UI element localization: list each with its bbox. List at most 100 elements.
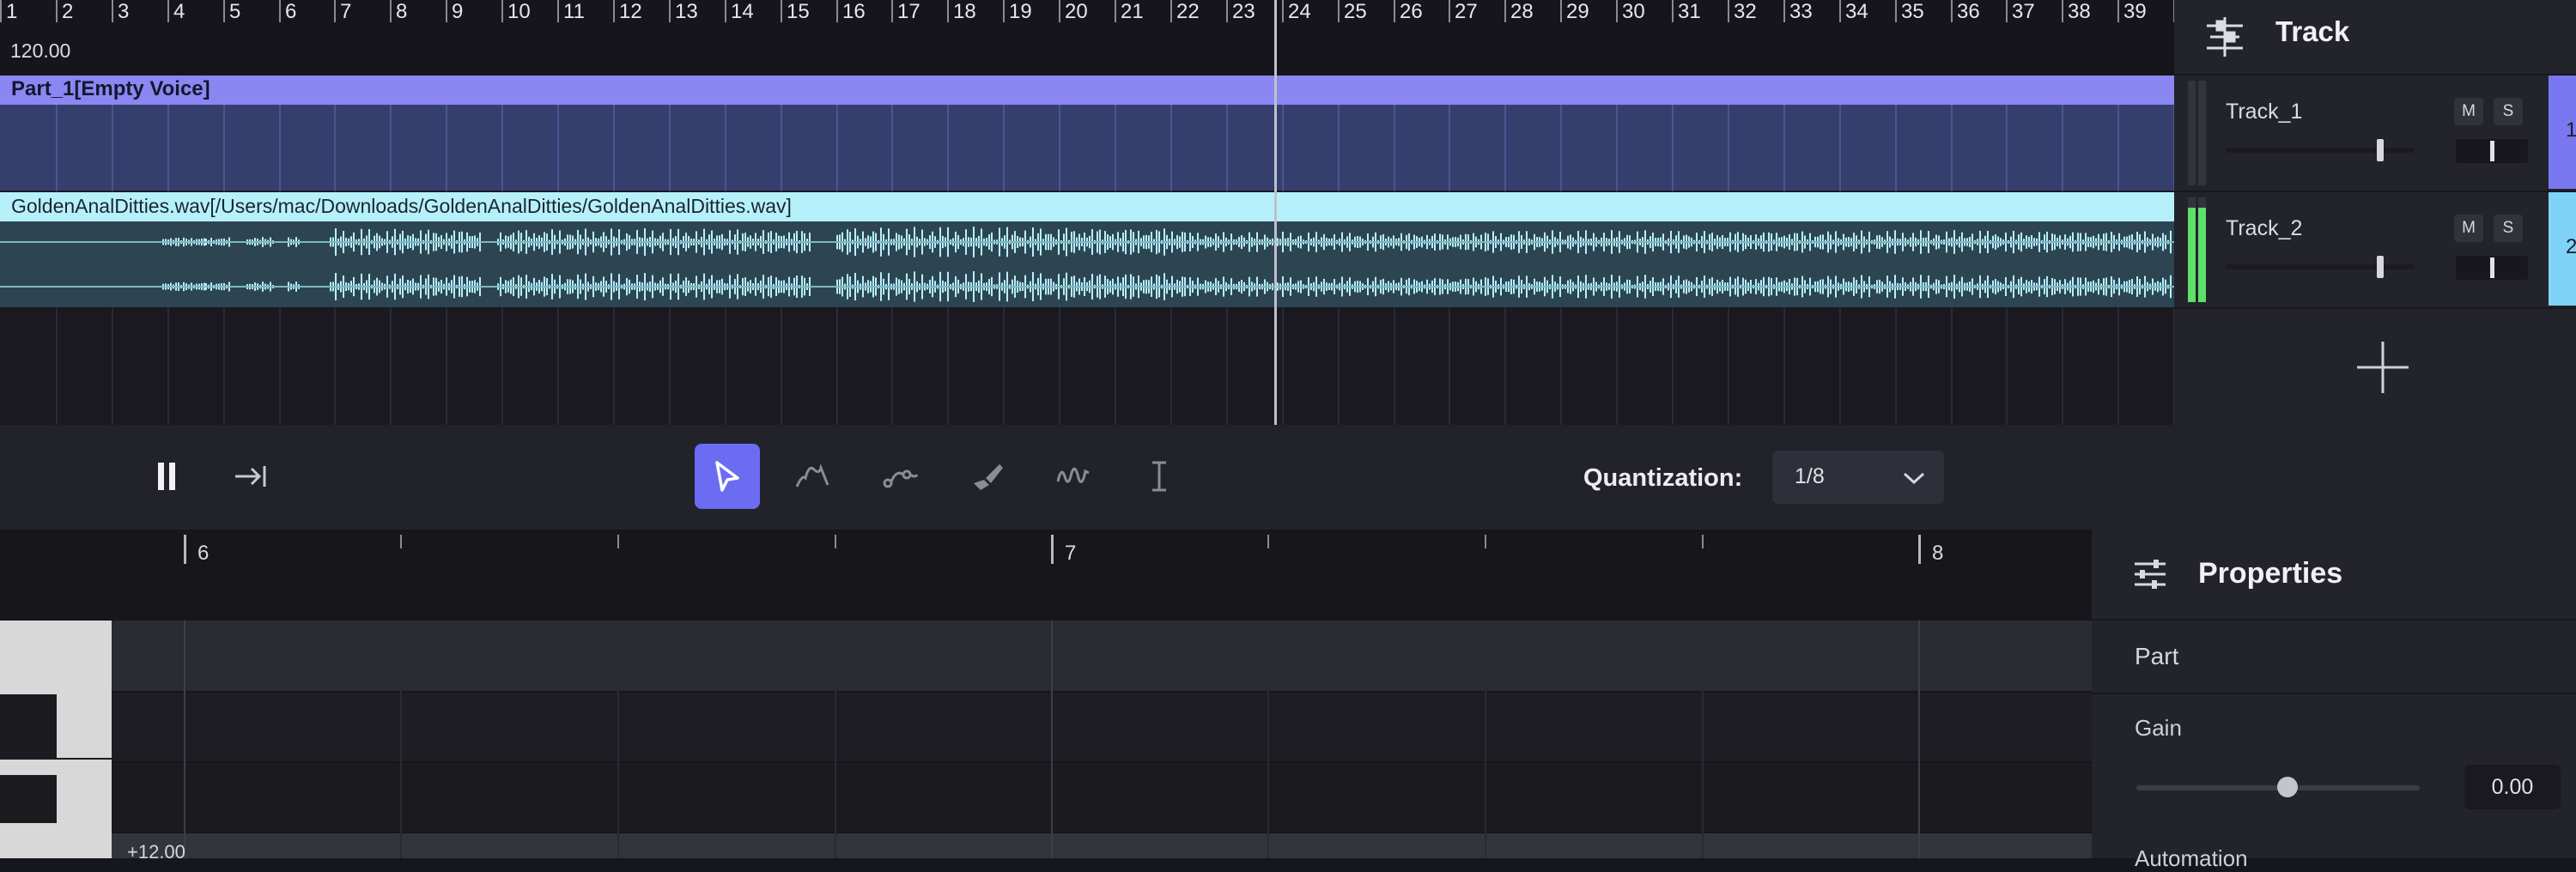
bar-number: 8: [396, 0, 408, 23]
grid-line: [2117, 105, 2119, 191]
text-cursor-icon: [1152, 461, 1166, 492]
piano-key-white[interactable]: [57, 694, 112, 758]
grid-line: [1951, 105, 1953, 191]
grid-line: [947, 105, 949, 191]
plus-icon[interactable]: [2355, 340, 2410, 395]
chevron-down-icon: [1903, 472, 1925, 485]
timeline-ruler[interactable]: 1 2 3 4 5 6 7 8 9 10 11 12 13 14 15 16 17 18 19 20 21 22 23 24 2…: [0, 0, 2174, 76]
wave-icon: [1056, 467, 1090, 483]
wave-tool-button[interactable]: [1041, 444, 1106, 509]
grid-line: [446, 105, 447, 191]
quantization-label: Quantization:: [1583, 464, 1743, 492]
track-number: 1: [2566, 118, 2576, 142]
track-name[interactable]: Track_1: [2226, 100, 2302, 124]
bar-number: 7: [1065, 542, 1077, 565]
select-tool-button[interactable]: [695, 444, 760, 509]
bar-number: 18: [953, 0, 976, 23]
track-row[interactable]: Track_2 M S 2: [2174, 192, 2576, 309]
grid-line: [1560, 105, 1562, 191]
track-name[interactable]: Track_2: [2226, 216, 2302, 241]
part-empty-voice[interactable]: Part_1[Empty Voice]: [0, 76, 2174, 191]
grid-line: [1003, 105, 1005, 191]
grid-line: [184, 621, 185, 858]
volume-thumb[interactable]: [2377, 256, 2384, 278]
grid-line: [112, 105, 113, 191]
quantization-select[interactable]: 1/8: [1772, 451, 1944, 504]
pause-button[interactable]: [134, 444, 199, 509]
mute-button[interactable]: M: [2454, 215, 2483, 242]
pitch-curve-tool-button[interactable]: [780, 444, 845, 509]
playhead[interactable]: [1274, 0, 1277, 425]
pitch-offset-label: +12.00: [127, 841, 185, 863]
track-row[interactable]: Track_1 M S 1: [2174, 76, 2576, 192]
brush-tool-button[interactable]: [955, 444, 1020, 509]
bar-number: 6: [197, 542, 210, 565]
mute-button[interactable]: M: [2454, 98, 2483, 125]
properties-header: Properties: [2092, 530, 2576, 621]
quantization-value: 1/8: [1795, 464, 1825, 488]
piano-key-black[interactable]: [0, 694, 57, 751]
part-label: GoldenAnalDitties.wav[/Users/mac/Downloa…: [11, 195, 792, 217]
part-header[interactable]: GoldenAnalDitties.wav[/Users/mac/Downloa…: [0, 192, 2174, 221]
pan-control[interactable]: [2456, 139, 2528, 163]
pause-icon: [158, 463, 175, 490]
bar-number: 16: [842, 0, 866, 23]
piano-roll-ruler[interactable]: 6 7 8: [0, 530, 2092, 621]
volume-thumb[interactable]: [2377, 139, 2384, 161]
solo-button[interactable]: S: [2494, 98, 2523, 125]
grid-line: [836, 105, 838, 191]
properties-section-part: Part: [2092, 621, 2576, 694]
bar-number: 11: [563, 0, 585, 23]
grid-line: [279, 105, 281, 191]
gain-value: 0.00: [2491, 775, 2534, 799]
text-tool-button[interactable]: [1127, 444, 1192, 509]
volume-slider[interactable]: [2226, 139, 2415, 161]
gain-value-field[interactable]: 0.00: [2464, 765, 2561, 809]
grid-line: [1918, 621, 1920, 858]
gain-slider-thumb[interactable]: [2275, 775, 2300, 799]
grid-line: [56, 105, 58, 191]
bar-number: 2: [62, 0, 74, 23]
track-icon: [2207, 17, 2243, 57]
automation-label: Automation: [2135, 845, 2248, 871]
bar-number: 17: [897, 0, 920, 23]
vibrato-icon: [883, 469, 919, 488]
waveform-centerline: [0, 241, 2174, 288]
piano-roll[interactable]: 6 7 8: [0, 530, 2092, 858]
bar-number: 15: [787, 0, 810, 23]
bar-number: 33: [1789, 0, 1813, 23]
bar-number: 8: [1932, 542, 1944, 565]
note-lane[interactable]: [112, 763, 2092, 832]
bar-number: 35: [1901, 0, 1924, 23]
grid-line: [1170, 105, 1172, 191]
bar-number: 23: [1232, 0, 1255, 23]
grid-line: [2062, 105, 2063, 191]
part-header[interactable]: Part_1[Empty Voice]: [0, 76, 2174, 105]
tempo-marker[interactable]: 120.00: [10, 39, 70, 63]
bar-number: 30: [1622, 0, 1645, 23]
piano-key-white[interactable]: [0, 621, 112, 696]
volume-slider[interactable]: [2226, 256, 2415, 278]
bar-number: 26: [1400, 0, 1423, 23]
piano-key-black[interactable]: [0, 775, 57, 823]
brush-icon: [974, 464, 1003, 490]
arrangement-view[interactable]: 1 2 3 4 5 6 7 8 9 10 11 12 13 14 15 16 17 18 19 20 21 22 23 24 2…: [0, 0, 2174, 425]
level-meter: [2188, 197, 2207, 302]
bar-number: 5: [229, 0, 241, 23]
grid-line: [1267, 621, 1269, 858]
vibrato-tool-button[interactable]: [867, 444, 933, 509]
solo-button[interactable]: S: [2494, 215, 2523, 242]
note-lane[interactable]: [112, 833, 2092, 858]
part-audio-clip[interactable]: GoldenAnalDitties.wav[/Users/mac/Downloa…: [0, 192, 2174, 307]
grid-line: [1282, 105, 1284, 191]
bar-number: 39: [2123, 0, 2147, 23]
bar-number: 31: [1678, 0, 1701, 23]
note-lane[interactable]: [112, 693, 2092, 761]
bar-number: 10: [507, 0, 531, 23]
bar-number: 22: [1176, 0, 1200, 23]
skip-to-end-button[interactable]: [220, 444, 285, 509]
grid-line: [613, 105, 615, 191]
note-lane[interactable]: [112, 621, 2092, 691]
grid-line: [1059, 105, 1060, 191]
pan-control[interactable]: [2456, 256, 2528, 280]
